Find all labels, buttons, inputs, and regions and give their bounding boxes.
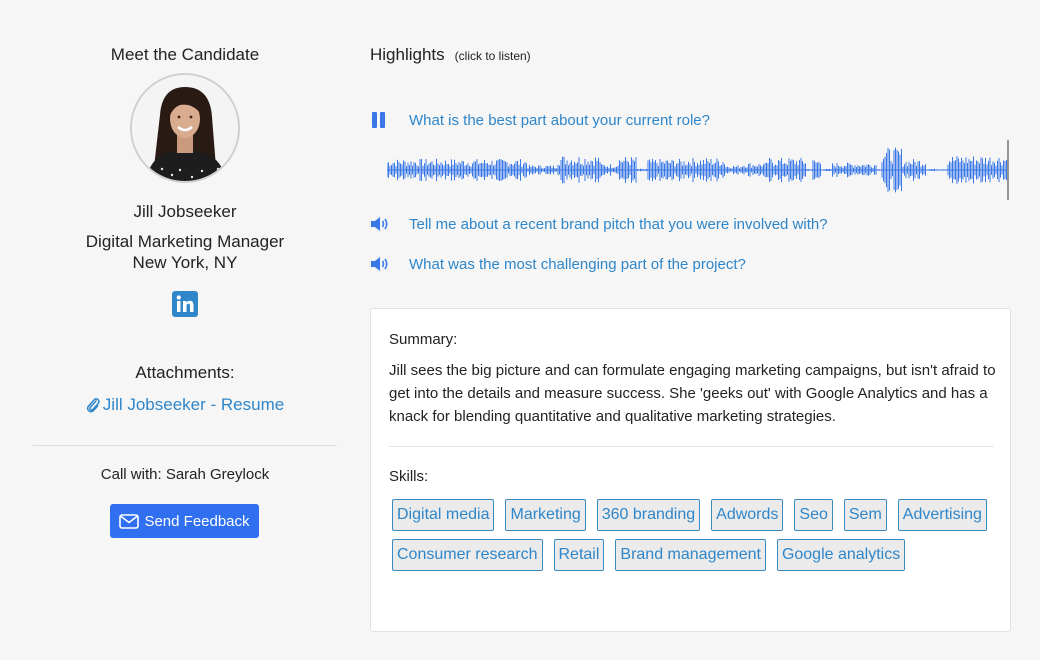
candidate-name: Jill Jobseeker (133, 202, 237, 221)
skill-tag: Sem (843, 499, 887, 531)
candidate-photo (132, 75, 238, 181)
send-feedback-button[interactable]: Send Feedback (110, 504, 259, 538)
skill-tag: Consumer research (392, 539, 543, 571)
question-text[interactable]: What is the best part about your current… (409, 112, 710, 129)
avatar (130, 73, 240, 183)
highlights-title-text: Highlights (370, 45, 445, 64)
speaker-icon[interactable] (370, 214, 392, 234)
candidate-title: Digital Marketing Manager (85, 232, 285, 251)
call-with-text: Call with: Sarah Greylock (100, 466, 270, 483)
click-to-listen-hint: (click to listen) (454, 49, 531, 63)
skill-tag: Retail (553, 539, 605, 571)
summary-label: Summary: (389, 331, 458, 348)
skills-label: Skills: (389, 468, 429, 485)
highlight-question-1[interactable]: What is the best part about your current… (370, 110, 710, 130)
skill-tag: 360 branding (596, 499, 701, 531)
skills-list: Digital media Marketing 360 branding Adword… (392, 499, 992, 571)
question-text[interactable]: Tell me about a recent brand pitch that … (409, 216, 828, 233)
send-feedback-label: Send Feedback (144, 512, 250, 530)
skill-tag: Seo (794, 499, 833, 531)
question-text[interactable]: What was the most challenging part of th… (409, 256, 746, 273)
candidate-heading: Meet the Candidate (110, 45, 260, 64)
resume-attachment-link[interactable]: Jill Jobseeker - Resume (33, 395, 337, 415)
linkedin-icon[interactable] (172, 291, 198, 317)
skill-tag: Marketing (505, 499, 586, 531)
paperclip-icon (86, 398, 100, 413)
skill-tag: Adwords (711, 499, 784, 531)
skill-tag: Digital media (392, 499, 495, 531)
card-divider (389, 446, 994, 447)
highlights-title: Highlights (click to listen) (370, 45, 531, 65)
left-divider (33, 445, 337, 446)
highlight-question-2[interactable]: Tell me about a recent brand pitch that … (370, 214, 828, 234)
candidate-location: New York, NY (132, 253, 238, 272)
speaker-icon[interactable] (370, 254, 392, 274)
audio-waveform[interactable] (387, 140, 1009, 200)
summary-card: Summary: Jill sees the big picture and c… (370, 308, 1011, 632)
attachments-label: Attachments: (135, 363, 235, 382)
highlight-question-3[interactable]: What was the most challenging part of th… (370, 254, 746, 274)
resume-link-text: Jill Jobseeker - Resume (102, 395, 285, 414)
skill-tag: Advertising (897, 499, 987, 531)
pause-icon[interactable] (370, 110, 392, 130)
skill-tag: Google analytics (776, 539, 906, 571)
summary-text: Jill sees the big picture and can formul… (389, 362, 996, 425)
envelope-icon (119, 513, 140, 529)
skill-tag: Brand management (615, 539, 766, 571)
